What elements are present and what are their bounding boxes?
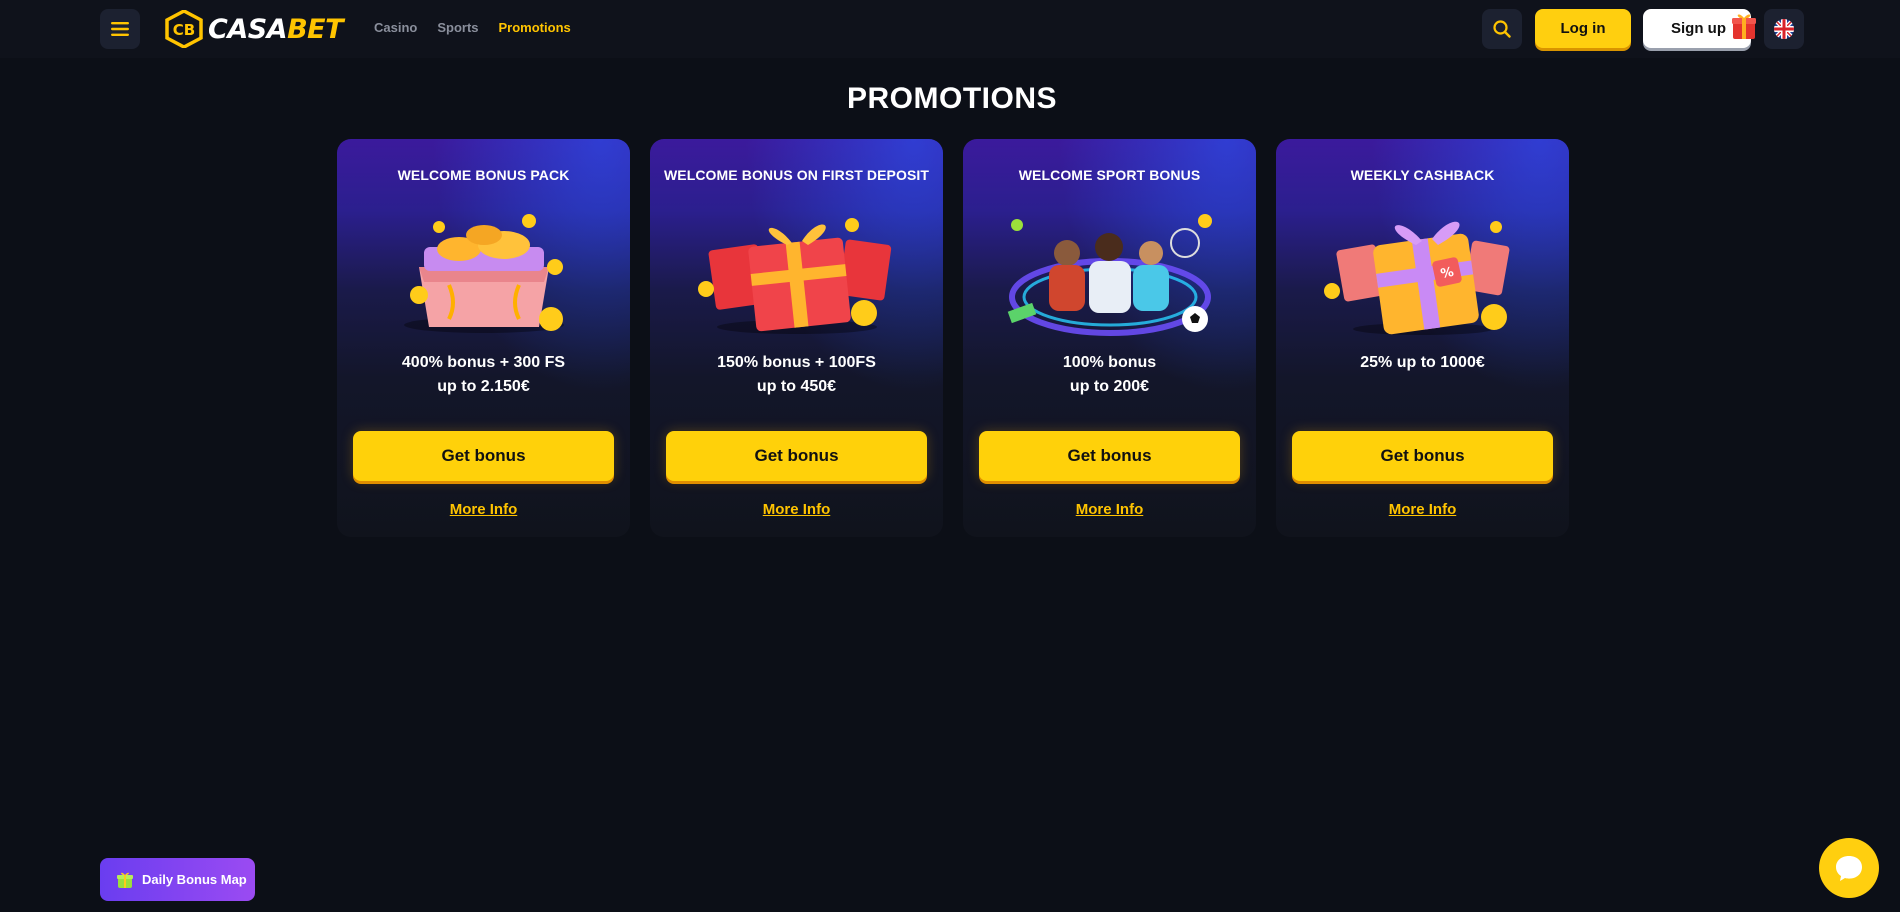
svg-text:CB: CB xyxy=(173,21,195,39)
search-button[interactable] xyxy=(1482,9,1522,49)
login-button[interactable]: Log in xyxy=(1535,9,1631,48)
promo-desc-line2: up to 2.150€ xyxy=(437,378,530,395)
promo-card-sport-bonus: WELCOME SPORT BONUS 100% bonus up to 200… xyxy=(963,139,1256,537)
uk-flag-icon xyxy=(1774,19,1794,39)
promo-title: WELCOME SPORT BONUS xyxy=(1018,167,1201,183)
chat-bubble-icon xyxy=(1836,856,1862,881)
promo-description: 25% up to 1000€ xyxy=(1276,351,1569,375)
more-info-link[interactable]: More Info xyxy=(963,501,1256,518)
get-bonus-button[interactable]: Get bonus xyxy=(979,431,1240,481)
logo-wordmark: CASABET xyxy=(208,13,344,45)
orange-gift-box-image: % xyxy=(1323,221,1509,335)
red-gift-boxes-image xyxy=(697,218,891,334)
more-info-link[interactable]: More Info xyxy=(1276,501,1569,518)
nav-sports[interactable]: Sports xyxy=(437,20,478,35)
daily-bonus-label: Daily Bonus Map xyxy=(142,872,247,887)
main-nav: Casino Sports Promotions xyxy=(374,20,571,35)
menu-button[interactable] xyxy=(100,9,140,49)
live-chat-button[interactable] xyxy=(1819,838,1879,898)
promo-desc-line1: 400% bonus + 300 FS xyxy=(401,354,566,371)
promo-title: WELCOME BONUS ON FIRST DEPOSIT xyxy=(663,167,930,183)
more-info-link[interactable]: More Info xyxy=(337,501,630,518)
treasure-chest-image xyxy=(403,214,564,333)
promo-desc-line1: 25% up to 1000€ xyxy=(1360,354,1485,371)
map-gift-icon xyxy=(117,872,133,888)
promo-card-welcome-bonus-pack: WELCOME BONUS PACK 400% bonus + 300 FS u… xyxy=(337,139,630,537)
search-icon xyxy=(1493,20,1511,38)
promo-desc-line2: up to 200€ xyxy=(1069,378,1150,395)
promo-desc-line2: up to 450€ xyxy=(756,378,837,395)
promotions-list: WELCOME BONUS PACK 400% bonus + 300 FS u… xyxy=(337,139,1569,537)
promo-title: WELCOME BONUS PACK xyxy=(397,167,570,183)
get-bonus-button[interactable]: Get bonus xyxy=(353,431,614,481)
promo-description: 400% bonus + 300 FS up to 2.150€ xyxy=(337,351,630,399)
promo-card-first-deposit: WELCOME BONUS ON FIRST DEPOSIT 150% bonu… xyxy=(650,139,943,537)
get-bonus-button[interactable]: Get bonus xyxy=(666,431,927,481)
promo-card-weekly-cashback: WEEKLY CASHBACK % 25% up to 1000€ Get bo… xyxy=(1276,139,1569,537)
get-bonus-button[interactable]: Get bonus xyxy=(1292,431,1553,481)
gift-icon xyxy=(1732,14,1756,39)
logo-mark-icon: CB xyxy=(165,10,203,48)
promo-desc-line1: 150% bonus + 100FS xyxy=(717,354,876,371)
hamburger-icon xyxy=(111,22,129,36)
page-title: PROMOTIONS xyxy=(846,82,1057,115)
nav-casino[interactable]: Casino xyxy=(374,20,417,35)
promo-description: 150% bonus + 100FS up to 450€ xyxy=(650,351,943,399)
language-button[interactable] xyxy=(1764,9,1804,49)
casabet-logo[interactable]: CB CASABET xyxy=(164,10,344,48)
promo-description: 100% bonus up to 200€ xyxy=(963,351,1256,399)
site-header: CB CASABET Casino Sports Promotions Log … xyxy=(0,0,1900,58)
promo-desc-line1: 100% bonus xyxy=(1062,354,1157,371)
sport-players-image xyxy=(1007,214,1212,336)
promo-title: WEEKLY CASHBACK xyxy=(1350,167,1495,183)
daily-bonus-map-button[interactable]: Daily Bonus Map xyxy=(100,858,255,901)
more-info-link[interactable]: More Info xyxy=(650,501,943,518)
nav-promotions[interactable]: Promotions xyxy=(499,20,571,35)
